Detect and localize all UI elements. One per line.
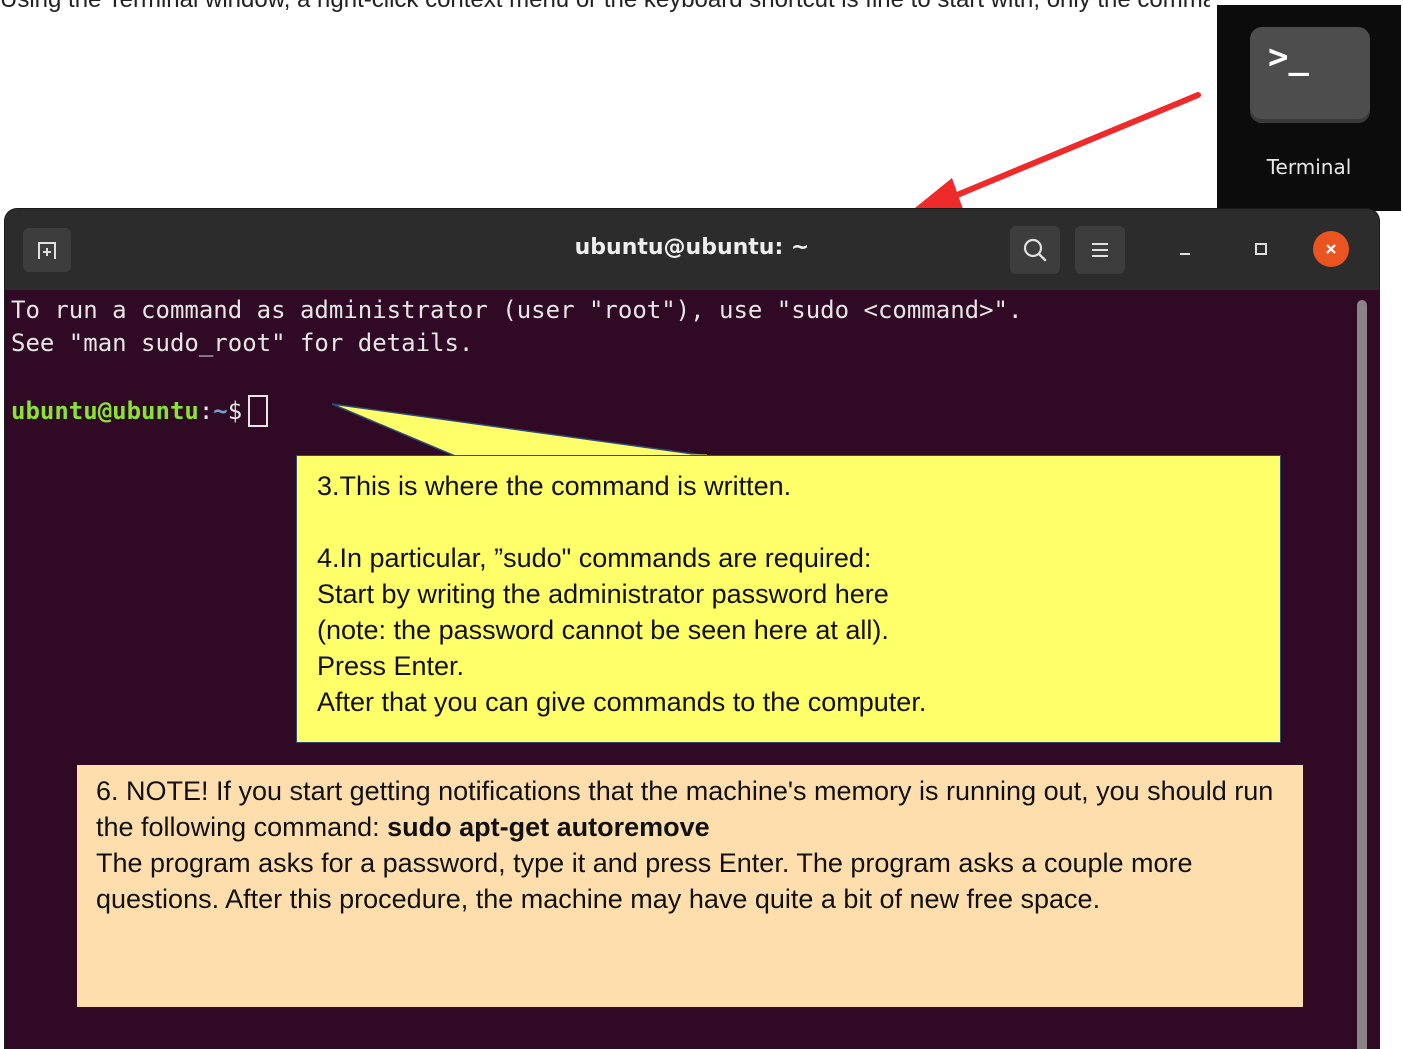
prompt-path: ~ <box>213 397 228 425</box>
callout-line: Start by writing the administrator passw… <box>317 579 889 609</box>
dock-app-label: Terminal <box>1266 155 1352 179</box>
terminal-prompt-glyph: >_ <box>1268 37 1309 77</box>
callout-line: 3.This is where the command is written. <box>317 471 792 501</box>
memory-note-callout: 6. NOTE! If you start getting notificati… <box>77 765 1303 1007</box>
terminal-prompt[interactable]: ubuntu@ubuntu:~$ <box>11 395 269 427</box>
title-bar[interactable]: ubuntu@ubuntu: ~ <box>5 209 1379 290</box>
dock-terminal-launcher[interactable]: >_ Terminal <box>1217 5 1401 211</box>
callout-line: After that you can give commands to the … <box>317 687 927 717</box>
terminal-line: To run a command as administrator (user … <box>11 296 1023 324</box>
search-icon <box>1023 238 1047 262</box>
menu-button[interactable] <box>1075 226 1125 274</box>
command-callout: 3.This is where the command is written. … <box>296 455 1281 743</box>
note-text: 6. NOTE! If you start getting notificati… <box>96 773 1284 917</box>
terminal-line: See "man sudo_root" for details. <box>11 329 474 357</box>
minimize-button[interactable] <box>1167 231 1203 267</box>
top-caption: Using the Terminal window, a right-click… <box>0 0 1210 14</box>
hamburger-menu-icon <box>1092 243 1108 257</box>
scrollbar[interactable] <box>1357 300 1367 1049</box>
terminal-app-icon[interactable]: >_ <box>1250 27 1370 123</box>
callout-line: Press Enter. <box>317 651 465 681</box>
close-button[interactable] <box>1313 231 1349 267</box>
note-text-after: The program asks for a password, type it… <box>96 848 1193 914</box>
maximize-icon <box>1255 243 1267 255</box>
close-icon <box>1326 244 1336 254</box>
prompt-separator: : <box>198 397 214 425</box>
autoremove-command: sudo apt-get autoremove <box>387 812 710 842</box>
minimize-icon <box>1180 253 1190 255</box>
maximize-button[interactable] <box>1243 231 1279 267</box>
prompt-user: ubuntu@ubuntu <box>11 397 199 425</box>
search-button[interactable] <box>1010 226 1060 274</box>
callout-line: (note: the password cannot be seen here … <box>317 615 889 645</box>
text-cursor <box>248 395 269 427</box>
prompt-symbol: $ <box>227 397 243 425</box>
callout-line: 4.In particular, ”sudo" commands are req… <box>317 543 872 573</box>
